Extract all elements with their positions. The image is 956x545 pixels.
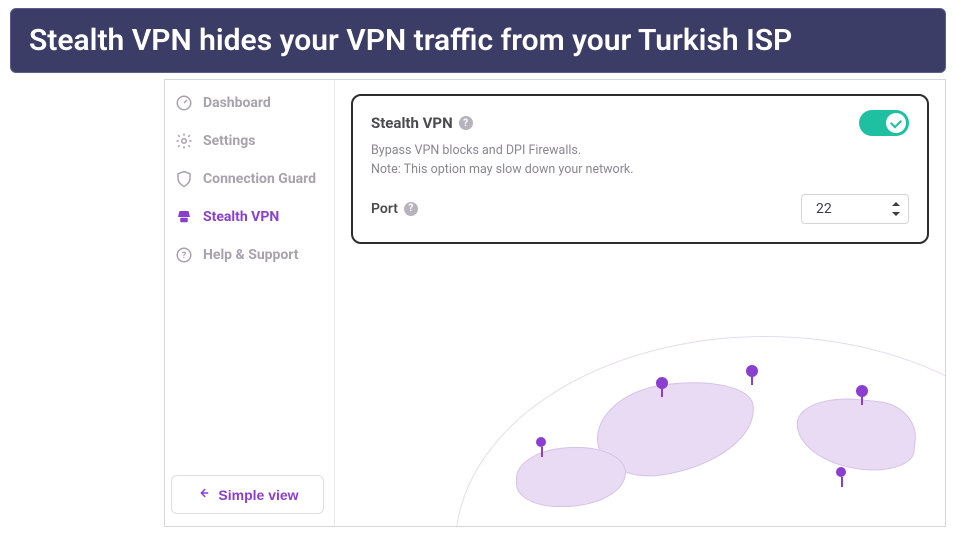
card-title: Stealth VPN ? — [371, 114, 473, 132]
port-label: Port ? — [371, 201, 418, 217]
port-value: 22 — [816, 201, 832, 217]
stealth-title-text: Stealth VPN — [371, 114, 453, 132]
port-row: Port ? 22 — [371, 194, 909, 224]
sidebar-nav: Dashboard Settings Connection Guard Stea… — [171, 84, 324, 475]
sidebar-item-settings[interactable]: Settings — [171, 122, 324, 160]
content-area: Stealth VPN ? Bypass VPN blocks and DPI … — [335, 80, 945, 526]
map-pin-icon — [836, 467, 846, 477]
sidebar-item-help-support[interactable]: ? Help & Support — [171, 236, 324, 274]
landmass — [516, 447, 626, 507]
simple-view-button[interactable]: Simple view — [171, 475, 324, 514]
map-pin-icon — [856, 385, 868, 397]
sidebar-item-label: Help & Support — [203, 247, 299, 263]
dashboard-icon — [175, 94, 193, 112]
map-pin-icon — [656, 377, 668, 389]
map-pin-icon — [746, 365, 758, 377]
app-window: Dashboard Settings Connection Guard Stea… — [164, 79, 946, 527]
port-select[interactable]: 22 — [801, 194, 909, 224]
port-label-text: Port — [371, 201, 398, 217]
gear-icon — [175, 132, 193, 150]
shield-icon — [175, 170, 193, 188]
card-description: Bypass VPN blocks and DPI Firewalls. Not… — [371, 142, 909, 180]
stealth-icon — [175, 208, 193, 226]
stealth-toggle[interactable] — [859, 110, 909, 136]
help-icon: ? — [175, 246, 193, 264]
landmass — [793, 393, 920, 475]
sidebar-item-dashboard[interactable]: Dashboard — [171, 84, 324, 122]
stealth-vpn-card: Stealth VPN ? Bypass VPN blocks and DPI … — [351, 94, 929, 244]
sidebar-item-label: Stealth VPN — [203, 209, 279, 225]
map-pin-icon — [536, 437, 546, 447]
banner-callout: Stealth VPN hides your VPN traffic from … — [10, 8, 946, 73]
sidebar-item-label: Connection Guard — [203, 171, 316, 187]
desc-line-1: Bypass VPN blocks and DPI Firewalls. — [371, 142, 909, 161]
banner-text: Stealth VPN hides your VPN traffic from … — [29, 23, 792, 58]
sidebar-item-stealth-vpn[interactable]: Stealth VPN — [171, 198, 324, 236]
globe-decoration — [455, 336, 946, 527]
simple-view-label: Simple view — [218, 487, 298, 503]
help-icon[interactable]: ? — [459, 116, 473, 130]
sidebar: Dashboard Settings Connection Guard Stea… — [165, 80, 335, 526]
toggle-knob — [886, 113, 906, 133]
svg-text:?: ? — [182, 251, 187, 261]
sidebar-item-connection-guard[interactable]: Connection Guard — [171, 160, 324, 198]
arrow-left-icon — [196, 486, 210, 503]
stepper-caret-icon — [890, 202, 900, 216]
sidebar-item-label: Settings — [203, 133, 255, 149]
help-icon[interactable]: ? — [404, 202, 418, 216]
sidebar-item-label: Dashboard — [203, 95, 271, 111]
card-header: Stealth VPN ? — [371, 110, 909, 136]
desc-line-2: Note: This option may slow down your net… — [371, 161, 909, 180]
